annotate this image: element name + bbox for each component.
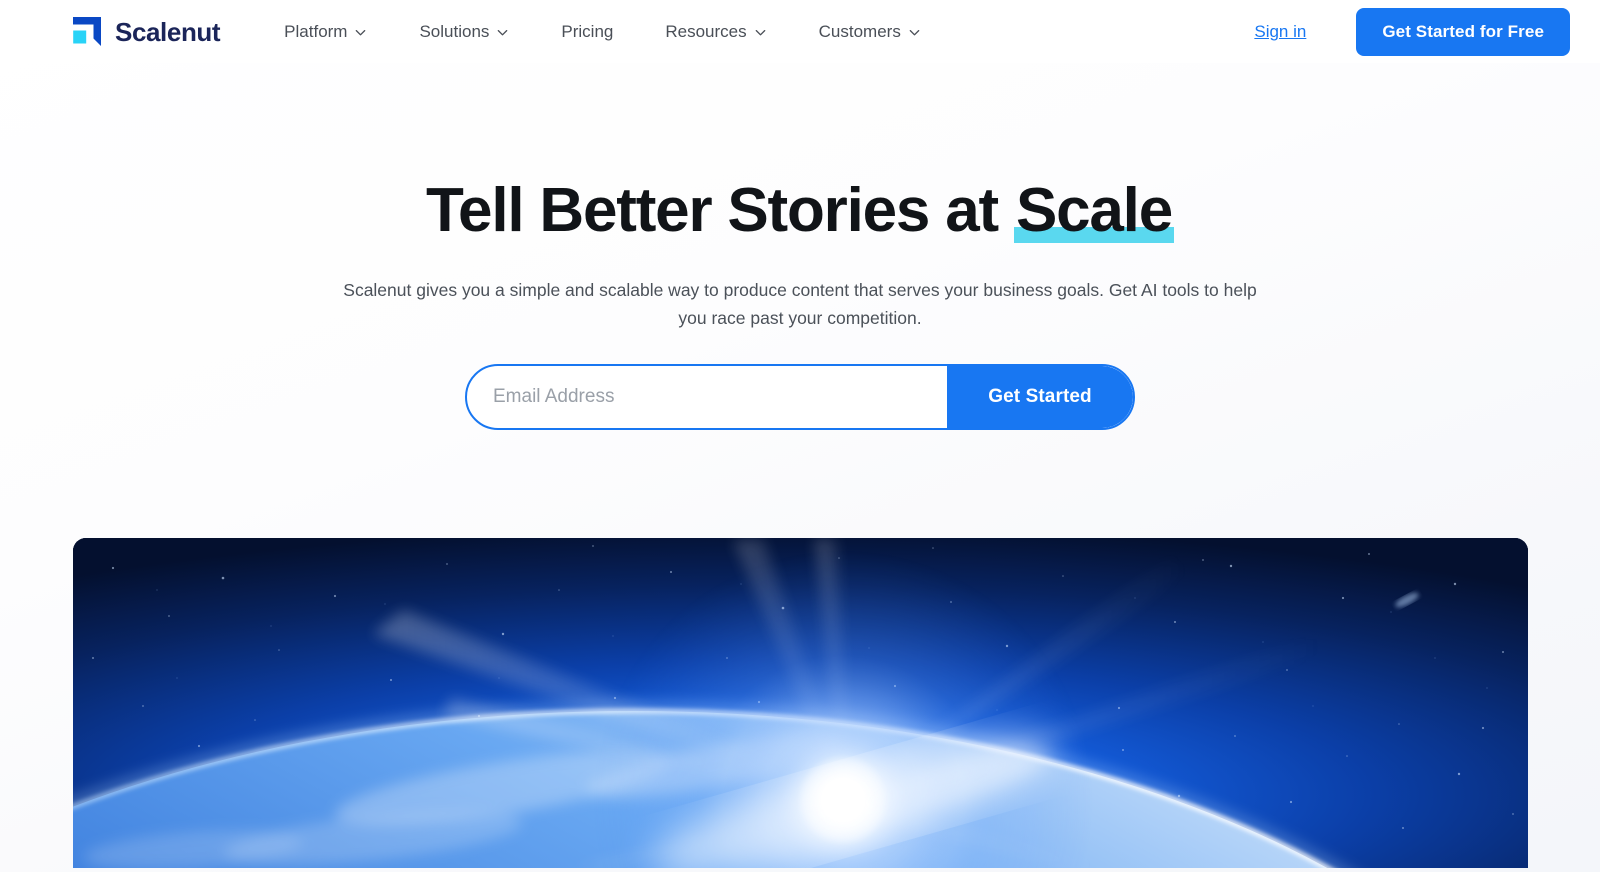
email-field[interactable] [467,365,947,428]
hero-subtitle: Scalenut gives you a simple and scalable… [343,280,1257,328]
nav-item-solutions[interactable]: Solutions [393,15,535,48]
nav-item-platform[interactable]: Platform [258,15,393,48]
brand-logo[interactable]: Scalenut [70,15,221,49]
nav-item-label: Solutions [419,22,490,41]
page-title: Tell Better Stories at Scale [0,176,1600,245]
primary-navigation: Platform Solutions Pricing Resources Cus… [258,15,947,48]
scalenut-flag-logo-icon [70,15,104,49]
nav-item-resources[interactable]: Resources [639,15,792,48]
chevron-down-icon [908,25,921,38]
hero-section: Tell Better Stories at Scale Scalenut gi… [0,63,1600,868]
hero-image [72,537,1528,868]
page-title-highlight: Scale [1013,176,1175,245]
site-header: Scalenut Platform Solutions Pricing Reso… [0,0,1600,63]
nav-item-label: Customers [818,22,901,41]
get-started-for-free-button[interactable]: Get Started for Free [1356,7,1570,56]
email-signup-form: Get Started [465,363,1135,430]
sign-in-link[interactable]: Sign in [1240,15,1320,48]
nav-item-label: Platform [284,22,348,41]
nav-item-label: Resources [665,22,747,41]
brand-name: Scalenut [115,16,221,47]
nav-item-customers[interactable]: Customers [793,15,947,48]
page-title-lead: Tell Better Stories at [425,176,1014,245]
nav-item-label: Pricing [561,22,614,41]
get-started-button[interactable]: Get Started [947,365,1133,428]
hero-content: Tell Better Stories at Scale Scalenut gi… [0,63,1600,430]
chevron-down-icon [354,25,367,38]
chevron-down-icon [496,25,509,38]
nav-item-pricing[interactable]: Pricing [535,15,639,48]
header-actions: Sign in Get Started for Free [1240,7,1570,56]
chevron-down-icon [754,25,767,38]
